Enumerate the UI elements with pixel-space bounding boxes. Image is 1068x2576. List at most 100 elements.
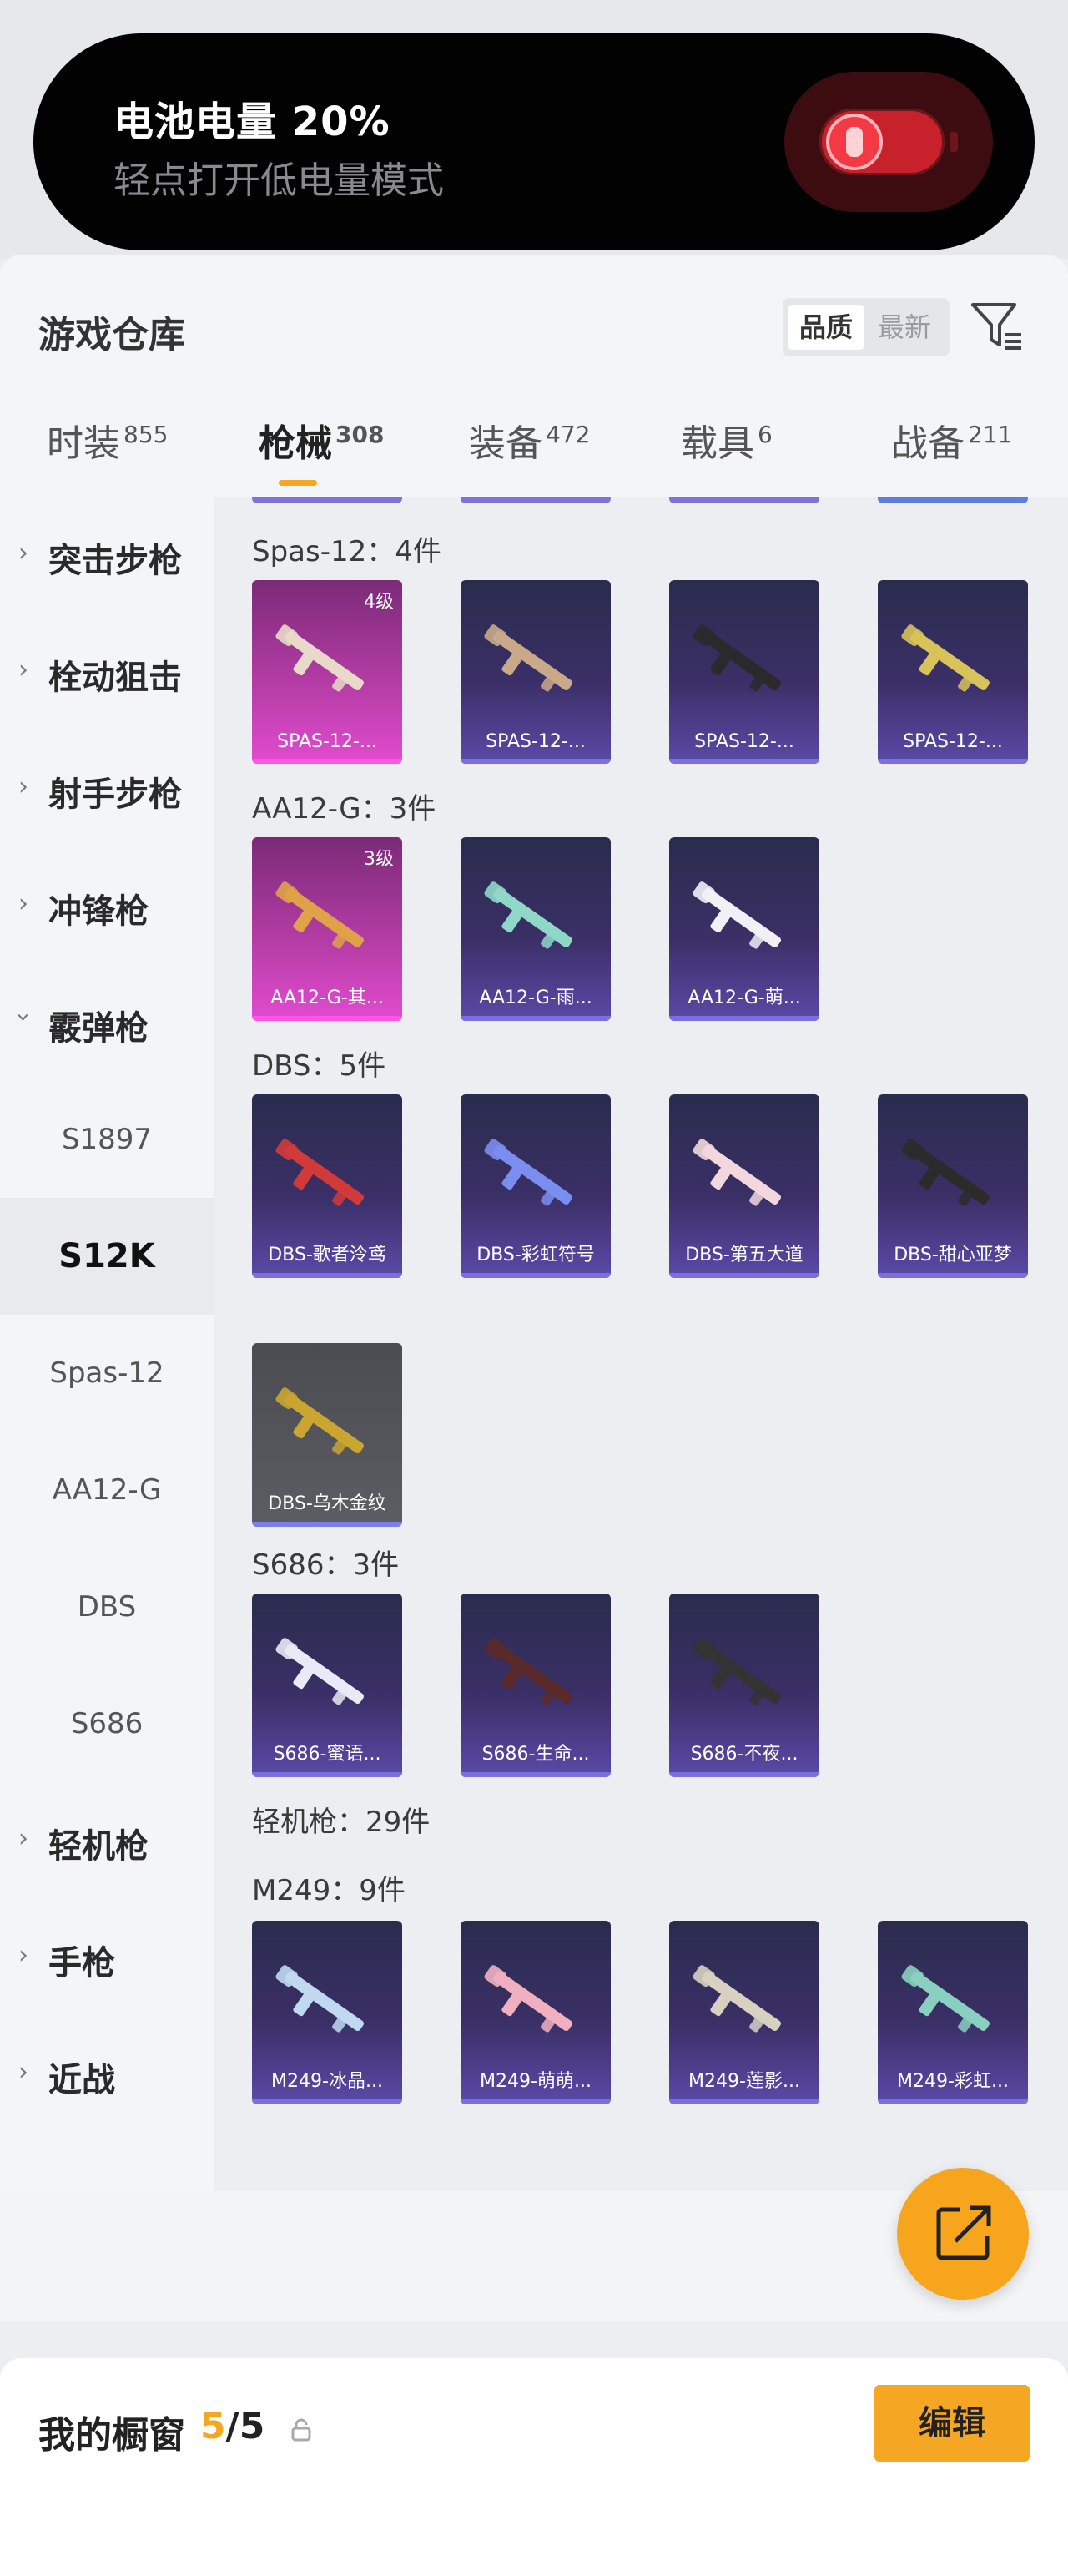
weapon-image [693, 881, 781, 949]
tab-firearms[interactable]: 枪械 308 [259, 413, 384, 467]
weapon-skin-card[interactable]: SPAS-12-... [878, 580, 1028, 764]
weapon-image [484, 881, 572, 949]
weapon-skin-card[interactable]: M249-萌萌... [461, 1921, 611, 2104]
weapon-grid: Spas-12：4件 4级 SPAS-12-... SPAS-12-... SPAS-1… [214, 497, 1068, 2191]
filter-icon[interactable] [968, 296, 1026, 355]
edit-button[interactable]: 编辑 [874, 2385, 1030, 2462]
weapon-skin-card[interactable]: DBS-乌木金纹 [252, 1343, 402, 1527]
weapon-skin-name: M249-冰晶... [271, 2071, 383, 2092]
section-title: S686：3件 [252, 1548, 400, 1582]
sidebar-subitem-dbs[interactable]: DBS [0, 1548, 214, 1665]
showcase-bar: 我的橱窗 5/5 编辑 [0, 2358, 1068, 2576]
weapon-category-sidebar: › 突击步枪 › 栓动狙击 › 射手步枪 › 冲锋枪 › 霰弹枪 S1897 S12K S… [0, 497, 214, 2191]
weapon-skin-name: SPAS-12-... [486, 731, 586, 752]
sidebar-subitem-s686[interactable]: S686 [0, 1665, 214, 1782]
share-button[interactable] [897, 2168, 1029, 2300]
low-power-toggle[interactable] [784, 72, 993, 212]
weapon-image [484, 1139, 572, 1206]
sidebar-item-melee[interactable]: › 近战 [0, 2016, 214, 2133]
weapon-skin-card[interactable]: AA12-G-萌... [669, 837, 819, 1021]
weapon-image [484, 1638, 572, 1705]
sidebar-subitem-aa12g[interactable]: AA12-G [0, 1432, 214, 1548]
tab-fashion[interactable]: 时装 855 [47, 413, 168, 467]
weapon-skin-name: AA12-G-萌... [688, 987, 801, 1008]
level-badge: 3级 [364, 849, 394, 870]
battery-notification[interactable]: 电池电量 20% 轻点打开低电量模式 [33, 33, 1035, 250]
tab-equipment[interactable]: 装备 472 [469, 413, 590, 467]
sidebar-item-label: 轻机枪 [48, 1827, 149, 1866]
chevron-right-icon: › [18, 889, 28, 918]
sidebar-item-smg[interactable]: › 冲锋枪 [0, 847, 214, 964]
chevron-down-icon: › [8, 1012, 38, 1023]
weapon-skin-card[interactable]: SPAS-12-... [461, 580, 611, 764]
tab-count: 472 [546, 421, 591, 449]
sidebar-subitem-s12k[interactable]: S12K [0, 1198, 214, 1315]
weapon-skin-name: SPAS-12-... [694, 731, 794, 752]
weapon-skin-card[interactable]: DBS-甜心亚梦 [878, 1094, 1028, 1278]
weapon-image [275, 1638, 364, 1705]
weapon-skin-card[interactable]: M249-彩虹... [878, 1921, 1028, 2104]
weapon-skin-name: DBS-彩虹符号 [476, 1245, 595, 1265]
level-badge: 4级 [364, 592, 394, 613]
battery-subtitle: 轻点打开低电量模式 [113, 159, 444, 202]
weapon-skin-card[interactable]: 3级 AA12-G-其... [252, 837, 402, 1021]
weapon-skin-name: AA12-G-雨... [479, 987, 592, 1008]
sidebar-item-label: 栓动狙击 [48, 659, 182, 697]
tab-vehicles[interactable]: 载具 6 [681, 413, 773, 467]
sidebar-item-pistol[interactable]: › 手枪 [0, 1899, 214, 2016]
weapon-image [693, 1638, 781, 1705]
weapon-skin-card[interactable]: M249-冰晶... [252, 1921, 402, 2104]
weapon-skin-card[interactable]: S686-蜜语... [252, 1594, 402, 1777]
weapon-image [275, 881, 364, 949]
weapon-skin-name: M249-萌萌... [480, 2071, 592, 2092]
sidebar-item-lmg[interactable]: › 轻机枪 [0, 1782, 214, 1899]
sidebar-item-marksman-rifle[interactable]: › 射手步枪 [0, 730, 214, 847]
section-title: AA12-G：3件 [252, 792, 436, 826]
weapon-skin-name: S686-不夜... [690, 1744, 798, 1765]
sidebar-item-label: 冲锋枪 [48, 892, 149, 931]
weapon-image [693, 1965, 781, 2033]
weapon-skin-card[interactable]: DBS-歌者泠鸢 [252, 1094, 402, 1278]
section-title: DBS：5件 [252, 1049, 386, 1083]
weapon-skin-card[interactable]: S686-生命... [461, 1594, 611, 1777]
chevron-right-icon: › [18, 538, 28, 568]
weapon-skin-card[interactable]: DBS-第五大道 [669, 1094, 819, 1278]
tab-count: 6 [758, 421, 773, 449]
tab-supplies[interactable]: 战备 211 [891, 413, 1012, 467]
sidebar-item-label: 突击步枪 [48, 542, 182, 580]
weapon-skin-name: S686-生命... [481, 1744, 590, 1765]
sidebar-item-shotgun[interactable]: › 霰弹枪 [0, 964, 214, 1081]
section-title: M249：9件 [252, 1874, 406, 1907]
warehouse-header: 游戏仓库 品质 最新 时装 855 枪械 308 装备 472 载具 6 战备 211 [0, 255, 1068, 497]
sidebar-item-label: 射手步枪 [48, 775, 182, 814]
weapon-skin-card[interactable]: S686-不夜... [669, 1594, 819, 1777]
weapon-skin-name: DBS-乌木金纹 [268, 1493, 386, 1514]
tab-label: 时装 [47, 422, 120, 465]
weapon-skin-name: S686-蜜语... [273, 1744, 381, 1765]
sort-newest-option[interactable]: 最新 [866, 305, 943, 350]
chevron-right-icon: › [18, 655, 28, 684]
weapon-skin-card[interactable]: AA12-G-雨... [461, 837, 611, 1021]
weapon-image [484, 624, 572, 692]
weapon-skin-card[interactable]: SPAS-12-... [669, 580, 819, 764]
section-title: 轻机枪：29件 [252, 1806, 431, 1839]
sidebar-item-bolt-sniper[interactable]: › 栓动狙击 [0, 614, 214, 730]
weapon-skin-card[interactable]: M249-莲影... [669, 1921, 819, 2104]
weapon-skin-name: M249-莲影... [688, 2071, 800, 2092]
previous-row-edge [461, 497, 611, 503]
sidebar-item-assault-rifle[interactable]: › 突击步枪 [0, 497, 214, 614]
showcase-current: 5 [200, 2405, 226, 2447]
sidebar-item-label: 近战 [48, 2061, 115, 2099]
sort-quality-option[interactable]: 品质 [788, 305, 864, 350]
weapon-skin-name: SPAS-12-... [277, 731, 377, 752]
sidebar-subitem-s1897[interactable]: S1897 [0, 1081, 214, 1198]
weapon-skin-name: M249-彩虹... [897, 2071, 1009, 2092]
battery-title: 电池电量 20% [113, 98, 390, 145]
sort-toggle[interactable]: 品质 最新 [783, 298, 950, 356]
tab-count: 308 [335, 421, 385, 449]
weapon-skin-card[interactable]: 4级 SPAS-12-... [252, 580, 402, 764]
sidebar-item-label: 手枪 [48, 1944, 115, 1983]
sidebar-subitem-spas12[interactable]: Spas-12 [0, 1315, 214, 1432]
weapon-skin-card[interactable]: DBS-彩虹符号 [461, 1094, 611, 1278]
weapon-image [275, 1139, 364, 1206]
